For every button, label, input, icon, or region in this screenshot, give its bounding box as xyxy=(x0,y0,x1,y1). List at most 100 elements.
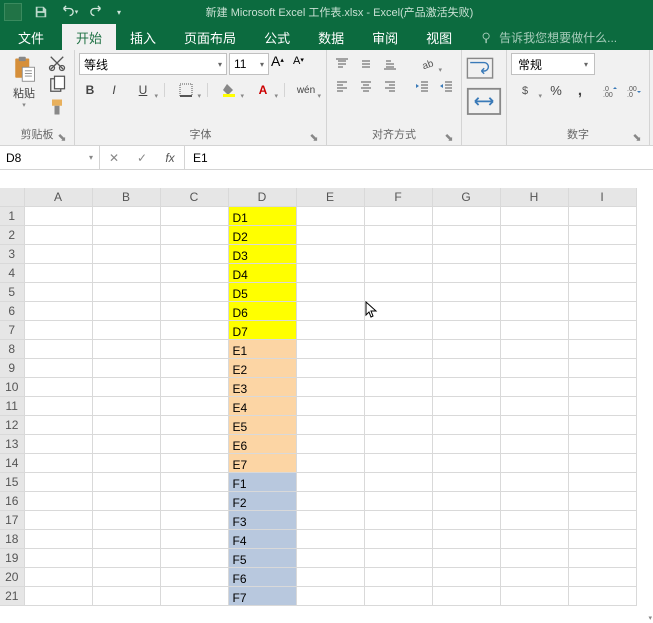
row-header[interactable]: 20 xyxy=(0,567,24,586)
column-header[interactable]: G xyxy=(432,188,500,206)
cancel-formula-icon[interactable]: ✕ xyxy=(100,146,128,169)
row-header[interactable]: 18 xyxy=(0,529,24,548)
cell[interactable]: E6 xyxy=(228,434,296,453)
cell[interactable] xyxy=(296,529,364,548)
cell[interactable] xyxy=(92,282,160,301)
cell[interactable]: E5 xyxy=(228,415,296,434)
underline-button[interactable]: U▾ xyxy=(127,79,159,101)
tab-pagelayout[interactable]: 页面布局 xyxy=(170,24,250,50)
cell[interactable] xyxy=(364,529,432,548)
insert-function-icon[interactable]: fx xyxy=(156,146,184,169)
cell[interactable] xyxy=(568,396,636,415)
row-header[interactable]: 14 xyxy=(0,453,24,472)
cell[interactable]: E2 xyxy=(228,358,296,377)
tab-view[interactable]: 视图 xyxy=(412,24,466,50)
cell[interactable]: F2 xyxy=(228,491,296,510)
cell[interactable] xyxy=(160,263,228,282)
cell[interactable] xyxy=(568,548,636,567)
tab-review[interactable]: 审阅 xyxy=(358,24,412,50)
number-launcher-icon[interactable]: ⬊ xyxy=(631,131,643,143)
cell[interactable] xyxy=(568,244,636,263)
cell[interactable]: E1 xyxy=(228,339,296,358)
cell[interactable] xyxy=(432,491,500,510)
cell[interactable] xyxy=(92,263,160,282)
cell[interactable] xyxy=(568,301,636,320)
cell[interactable]: D2 xyxy=(228,225,296,244)
cell[interactable] xyxy=(568,320,636,339)
cell[interactable] xyxy=(500,377,568,396)
cell[interactable] xyxy=(568,225,636,244)
tab-insert[interactable]: 插入 xyxy=(116,24,170,50)
cell[interactable] xyxy=(24,415,92,434)
cell[interactable] xyxy=(432,415,500,434)
font-size-combo[interactable]: 11▾ xyxy=(229,53,269,75)
undo-icon[interactable]: ▾ xyxy=(56,1,82,23)
cell[interactable] xyxy=(364,339,432,358)
cell[interactable] xyxy=(500,206,568,225)
number-format-combo[interactable]: 常规▾ xyxy=(511,53,595,75)
cell[interactable] xyxy=(92,358,160,377)
cell[interactable] xyxy=(364,301,432,320)
cell[interactable] xyxy=(160,529,228,548)
cell[interactable] xyxy=(568,415,636,434)
cell[interactable] xyxy=(500,472,568,491)
cell[interactable] xyxy=(92,548,160,567)
merge-button[interactable]: ▾ xyxy=(466,87,502,111)
cell[interactable] xyxy=(160,510,228,529)
row-header[interactable]: 21 xyxy=(0,586,24,605)
cell[interactable] xyxy=(92,339,160,358)
cell[interactable] xyxy=(568,339,636,358)
cell[interactable] xyxy=(500,244,568,263)
align-right-icon[interactable] xyxy=(379,75,401,97)
increase-indent-icon[interactable] xyxy=(435,75,457,97)
cell[interactable] xyxy=(568,586,636,605)
cell[interactable] xyxy=(160,244,228,263)
cell[interactable] xyxy=(500,510,568,529)
cell[interactable] xyxy=(92,529,160,548)
cell[interactable] xyxy=(432,434,500,453)
row-header[interactable]: 11 xyxy=(0,396,24,415)
cell[interactable] xyxy=(160,434,228,453)
cell[interactable] xyxy=(296,282,364,301)
accounting-format-icon[interactable]: $▾ xyxy=(511,79,543,101)
enter-formula-icon[interactable]: ✓ xyxy=(128,146,156,169)
cell[interactable] xyxy=(500,453,568,472)
cell[interactable] xyxy=(364,567,432,586)
cell[interactable] xyxy=(160,415,228,434)
cell[interactable] xyxy=(364,225,432,244)
cell[interactable] xyxy=(24,529,92,548)
cell[interactable]: F6 xyxy=(228,567,296,586)
cell[interactable]: D4 xyxy=(228,263,296,282)
cell[interactable] xyxy=(432,339,500,358)
comma-format-icon[interactable]: , xyxy=(569,79,591,101)
row-header[interactable]: 5 xyxy=(0,282,24,301)
font-name-combo[interactable]: 等线▾ xyxy=(79,53,227,75)
cell[interactable] xyxy=(364,586,432,605)
cell[interactable] xyxy=(160,586,228,605)
cell[interactable] xyxy=(364,358,432,377)
cell[interactable] xyxy=(568,358,636,377)
cell[interactable] xyxy=(432,225,500,244)
cell[interactable] xyxy=(24,472,92,491)
column-header[interactable]: H xyxy=(500,188,568,206)
column-header[interactable]: E xyxy=(296,188,364,206)
qat-customize-icon[interactable]: ▾ xyxy=(112,1,126,23)
cell[interactable] xyxy=(296,567,364,586)
increase-decimal-icon[interactable]: .0.00 xyxy=(599,79,621,101)
italic-button[interactable]: I xyxy=(103,79,125,101)
cell[interactable] xyxy=(24,206,92,225)
paste-button[interactable]: 粘贴 ▾ xyxy=(4,53,44,111)
cell[interactable] xyxy=(92,244,160,263)
border-button[interactable]: ▾ xyxy=(170,79,202,101)
cell[interactable] xyxy=(500,263,568,282)
copy-icon[interactable] xyxy=(47,75,67,95)
wrap-text-icon[interactable] xyxy=(466,57,494,81)
cell[interactable] xyxy=(500,529,568,548)
cell[interactable] xyxy=(24,434,92,453)
cell[interactable] xyxy=(24,263,92,282)
cell[interactable] xyxy=(568,472,636,491)
cell[interactable] xyxy=(568,206,636,225)
row-header[interactable]: 9 xyxy=(0,358,24,377)
orientation-icon[interactable]: ab▾ xyxy=(411,53,443,75)
format-painter-icon[interactable] xyxy=(47,97,67,117)
